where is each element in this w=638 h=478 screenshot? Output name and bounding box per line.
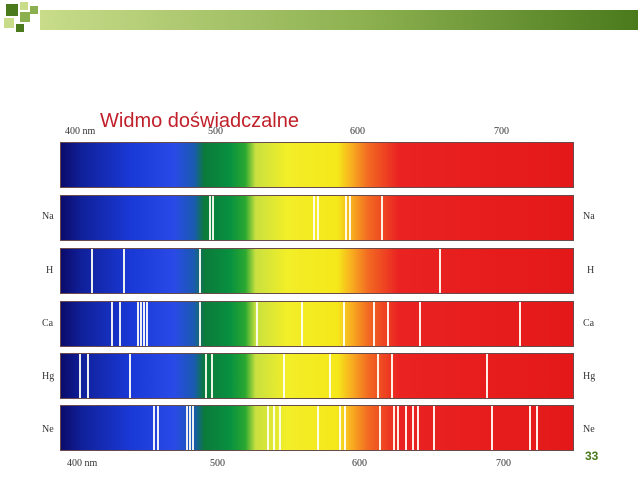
- emission-line: [119, 302, 121, 346]
- emission-line: [157, 406, 159, 450]
- label-right-ca: Ca: [583, 318, 595, 329]
- emission-line: [209, 196, 211, 240]
- emission-line: [192, 406, 194, 450]
- emission-line: [377, 354, 379, 398]
- emission-line: [283, 354, 285, 398]
- continuous-spectrum-band: [60, 142, 574, 188]
- emission-line: [153, 406, 155, 450]
- emission-line: [205, 354, 207, 398]
- emission-line: [339, 406, 341, 450]
- emission-line: [199, 302, 201, 346]
- ne-spectrum-band: [60, 405, 574, 451]
- emission-line: [313, 196, 315, 240]
- emission-line: [343, 302, 345, 346]
- label-right-na: Na: [583, 211, 595, 222]
- emission-line: [212, 196, 214, 240]
- emission-line: [140, 302, 142, 346]
- emission-line: [91, 249, 93, 293]
- emission-line: [393, 406, 395, 450]
- slide-title: Widmo doświadczalne: [100, 110, 299, 132]
- hg-spectrum-band: [60, 353, 574, 399]
- emission-line: [529, 406, 531, 450]
- emission-line: [486, 354, 488, 398]
- emission-line: [301, 302, 303, 346]
- spectra-figure: 400 nm 500 600 700 Na Na H H Ca Ca Hg Hg…: [38, 122, 613, 470]
- page-number: 33: [585, 449, 599, 463]
- emission-line: [129, 354, 131, 398]
- label-left-ca: Ca: [42, 318, 54, 329]
- emission-line: [273, 406, 275, 450]
- header-bar: [4, 2, 638, 32]
- emission-line: [186, 406, 188, 450]
- emission-line: [279, 406, 281, 450]
- emission-line: [439, 249, 441, 293]
- emission-line: [329, 354, 331, 398]
- emission-line: [491, 406, 493, 450]
- emission-line: [391, 354, 393, 398]
- emission-line: [419, 302, 421, 346]
- emission-line: [417, 406, 419, 450]
- ca-spectrum-band: [60, 301, 574, 347]
- emission-line: [345, 196, 347, 240]
- emission-line: [146, 302, 148, 346]
- scale-top-600: 600: [350, 126, 365, 137]
- emission-line: [373, 302, 375, 346]
- emission-line: [199, 249, 201, 293]
- emission-line: [256, 302, 258, 346]
- emission-line: [123, 249, 125, 293]
- label-right-ne: Ne: [583, 424, 595, 435]
- scale-bottom-500: 500: [210, 458, 225, 469]
- emission-line: [536, 406, 538, 450]
- emission-line: [381, 196, 383, 240]
- label-left-ne: Ne: [42, 424, 54, 435]
- logo-squares-icon: [4, 2, 38, 32]
- emission-line: [317, 406, 319, 450]
- emission-line: [519, 302, 521, 346]
- emission-line: [405, 406, 407, 450]
- emission-line: [143, 302, 145, 346]
- emission-line: [387, 302, 389, 346]
- scale-bottom-700: 700: [496, 458, 511, 469]
- emission-line: [344, 406, 346, 450]
- label-left-h: H: [46, 265, 54, 276]
- na-spectrum-band: [60, 195, 574, 241]
- emission-line: [317, 196, 319, 240]
- emission-line: [267, 406, 269, 450]
- emission-line: [412, 406, 414, 450]
- emission-line: [79, 354, 81, 398]
- scale-top-400: 400 nm: [65, 126, 96, 137]
- label-left-hg: Hg: [42, 371, 55, 382]
- emission-line: [189, 406, 191, 450]
- emission-line: [397, 406, 399, 450]
- emission-line: [379, 406, 381, 450]
- label-left-na: Na: [42, 211, 54, 222]
- h-spectrum-band: [60, 248, 574, 294]
- label-right-hg: Hg: [583, 371, 596, 382]
- scale-top-700: 700: [494, 126, 509, 137]
- emission-line: [211, 354, 213, 398]
- label-right-h: H: [587, 265, 595, 276]
- emission-line: [87, 354, 89, 398]
- emission-line: [433, 406, 435, 450]
- emission-line: [137, 302, 139, 346]
- scale-bottom-400: 400 nm: [67, 458, 98, 469]
- emission-line: [111, 302, 113, 346]
- emission-line: [349, 196, 351, 240]
- scale-bottom-600: 600: [352, 458, 367, 469]
